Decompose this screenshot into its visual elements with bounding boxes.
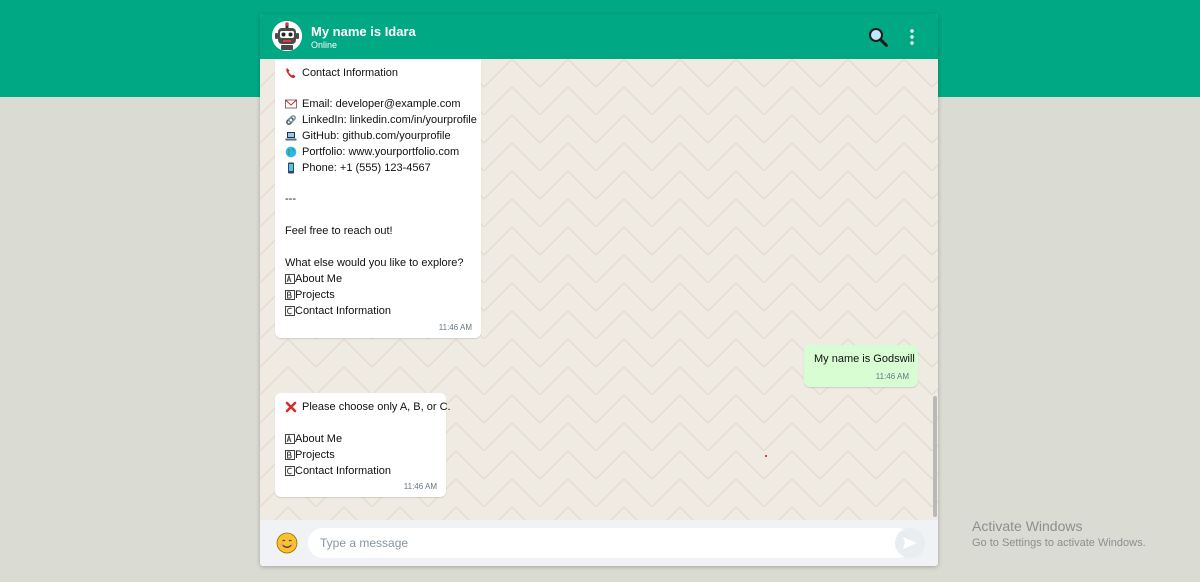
message-line: Please choose only A, B, or C. [285, 401, 451, 413]
message-line: Contact Information [285, 305, 391, 317]
message-list[interactable]: Contact Information Email: developer@exa… [260, 59, 938, 520]
message-composer [260, 520, 938, 566]
message-timestamp: 11:46 AM [438, 323, 472, 332]
message-line: Feel free to reach out! [285, 225, 393, 237]
message-input[interactable] [308, 528, 912, 558]
message-timestamp: 11:46 AM [403, 482, 437, 491]
option-c-icon [285, 465, 295, 477]
message-timestamp: 11:46 AM [875, 372, 909, 381]
send-button[interactable] [895, 528, 925, 558]
chat-header: My name is Idara Online [260, 14, 938, 59]
message-line: About Me [285, 273, 342, 285]
message-line: What else would you like to explore? [285, 257, 464, 269]
mobile-phone-icon [285, 162, 297, 174]
search-icon[interactable] [867, 26, 889, 48]
message-line: Contact Information [285, 465, 391, 477]
message-line: --- [285, 193, 296, 205]
chat-title: My name is Idara [311, 24, 416, 39]
cross-mark-icon [285, 401, 297, 413]
message-line: My name is Godswill [814, 353, 915, 365]
message-line: Email: developer@example.com [285, 98, 461, 110]
activate-windows-title: Activate Windows [972, 518, 1083, 534]
activate-windows-subtitle: Go to Settings to activate Windows. [972, 537, 1146, 549]
option-a-icon [285, 273, 295, 285]
incoming-message-bubble: Contact Information Email: developer@exa… [275, 59, 481, 338]
robot-avatar-icon[interactable] [272, 21, 302, 51]
option-c-icon [285, 305, 295, 317]
option-b-icon [285, 449, 295, 461]
chat-scrollbar[interactable] [933, 396, 937, 517]
message-line: Portfolio: www.yourportfolio.com [285, 146, 459, 158]
kebab-menu-icon[interactable] [901, 26, 923, 48]
incoming-message-bubble: Please choose only A, B, or C. About Me … [275, 393, 451, 497]
option-b-icon [285, 289, 295, 301]
message-line: Projects [285, 449, 335, 461]
telephone-icon [285, 67, 297, 79]
laptop-icon [285, 130, 297, 142]
chat-app-window: My name is Idara Online Contact Informat… [260, 14, 938, 566]
smiley-face-icon[interactable] [276, 532, 298, 554]
message-line: GitHub: github.com/yourprofile [285, 130, 451, 142]
message-line: About Me [285, 433, 342, 445]
stray-dot [765, 455, 767, 457]
link-icon [285, 114, 297, 126]
outgoing-message-bubble: My name is Godswill 11:46 AM [804, 345, 918, 387]
message-line: Projects [285, 289, 335, 301]
message-line: Phone: +1 (555) 123-4567 [285, 162, 431, 174]
online-status: Online [311, 40, 338, 50]
email-icon [285, 98, 297, 110]
globe-icon [285, 146, 297, 158]
option-a-icon [285, 433, 295, 445]
message-line: LinkedIn: linkedin.com/in/yourprofile [285, 114, 477, 126]
message-line: Contact Information [285, 67, 398, 79]
send-arrow-icon [902, 535, 918, 551]
